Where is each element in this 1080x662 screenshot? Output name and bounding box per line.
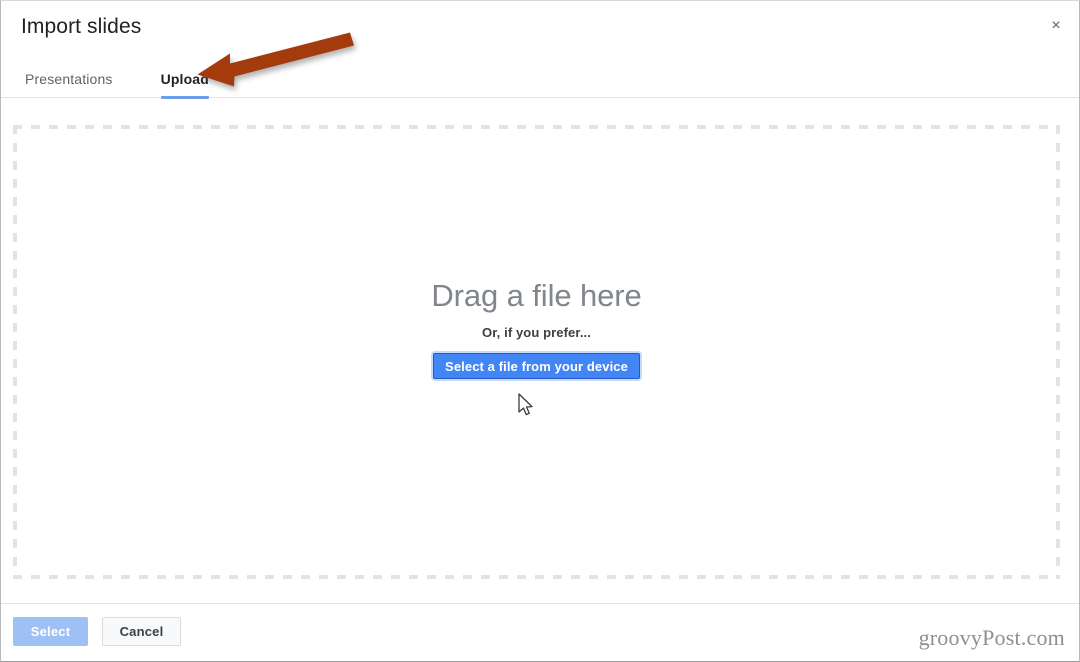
page-title: Import slides xyxy=(21,15,142,38)
dropzone-content: Drag a file here Or, if you prefer... Se… xyxy=(13,277,1060,379)
dialog-footer: Select Cancel groovyPost.com xyxy=(1,603,1079,661)
footer-actions: Select Cancel xyxy=(13,617,181,646)
cancel-button[interactable]: Cancel xyxy=(102,617,181,646)
tab-bar: Presentations Upload xyxy=(1,61,233,99)
dropzone-headline: Drag a file here xyxy=(431,278,642,313)
watermark: groovyPost.com xyxy=(918,625,1065,650)
select-file-from-device-button[interactable]: Select a file from your device xyxy=(433,353,640,379)
select-file-row: Select a file from your device xyxy=(13,353,1060,379)
tab-upload-label: Upload xyxy=(160,71,209,87)
upload-panel: Drag a file here Or, if you prefer... Se… xyxy=(1,99,1079,604)
select-button[interactable]: Select xyxy=(13,617,88,646)
dialog-header: Import slides × Presentations Upload xyxy=(1,1,1079,99)
tab-presentations[interactable]: Presentations xyxy=(1,61,137,97)
dropzone-subtext: Or, if you prefer... xyxy=(482,325,591,340)
tab-upload[interactable]: Upload xyxy=(137,61,233,99)
import-slides-dialog: Import slides × Presentations Upload Dra… xyxy=(0,0,1080,662)
file-dropzone[interactable]: Drag a file here Or, if you prefer... Se… xyxy=(13,125,1060,579)
close-icon: × xyxy=(1051,17,1061,34)
close-button[interactable]: × xyxy=(1041,11,1071,41)
tab-presentations-label: Presentations xyxy=(25,71,113,87)
